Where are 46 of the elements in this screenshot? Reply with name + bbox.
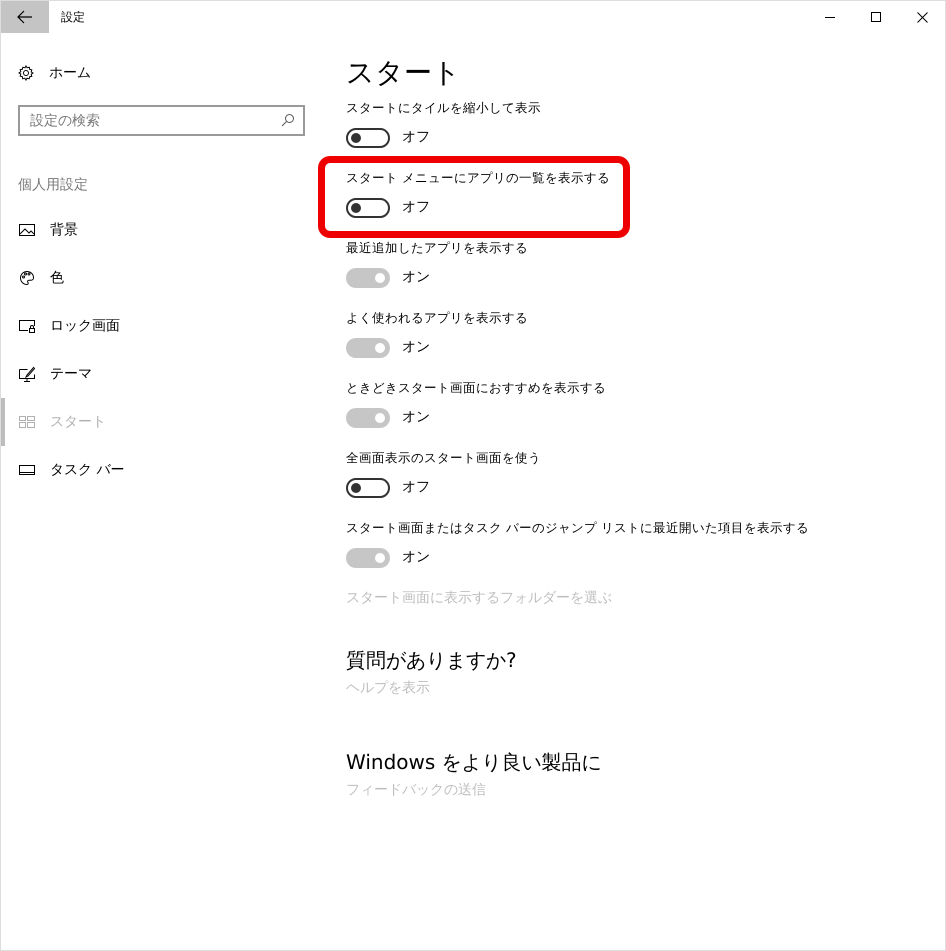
search-field[interactable]: 設定の検索 xyxy=(18,105,305,136)
toggle-switch[interactable] xyxy=(346,548,390,568)
toggle-switch[interactable] xyxy=(346,268,390,288)
theme-icon xyxy=(19,366,35,382)
start-icon xyxy=(19,414,35,430)
section-heading: Windows をより良い製品に xyxy=(346,749,603,776)
toggle-state: オン xyxy=(402,338,430,357)
toggle-switch[interactable] xyxy=(346,408,390,428)
back-arrow-icon xyxy=(17,10,33,24)
image-icon xyxy=(19,222,35,238)
taskbar-icon xyxy=(19,462,35,478)
page-title: スタート xyxy=(346,55,462,91)
nav-item[interactable]: 色 xyxy=(1,254,328,302)
toggle-state: オン xyxy=(402,268,430,287)
toggle-switch[interactable] xyxy=(346,198,390,218)
maximize-icon xyxy=(871,12,881,22)
lock-screen-icon xyxy=(19,318,35,334)
toggle-switch[interactable] xyxy=(346,338,390,358)
setting-label: 最近追加したアプリを表示する xyxy=(346,239,528,257)
toggle-switch[interactable] xyxy=(346,478,390,498)
toggle-state: オン xyxy=(402,408,430,427)
setting-label: スタートにタイルを縮小して表示 xyxy=(346,99,541,117)
nav-item[interactable]: タスク バー xyxy=(1,446,328,494)
nav-item[interactable]: ロック画面 xyxy=(1,302,328,350)
search-icon xyxy=(281,113,295,127)
setting-label: スタート画面またはタスク バーのジャンプ リストに最近開いた項目を表示する xyxy=(346,519,809,537)
setting-label: よく使われるアプリを表示する xyxy=(346,309,528,327)
palette-icon xyxy=(19,270,35,286)
toggle-state: オフ xyxy=(402,198,430,217)
back-button[interactable] xyxy=(1,1,49,33)
setting-label: スタート メニューにアプリの一覧を表示する xyxy=(346,169,610,187)
nav-item[interactable]: テーマ xyxy=(1,350,328,398)
setting-label: 全画面表示のスタート画面を使う xyxy=(346,449,541,467)
section-heading: 質問がありますか? xyxy=(346,647,518,674)
window-title: 設定 xyxy=(61,9,85,26)
toggle-state: オフ xyxy=(402,478,430,497)
setting-label: ときどきスタート画面におすすめを表示する xyxy=(346,379,606,397)
home-link[interactable]: ホーム xyxy=(49,62,91,84)
close-icon xyxy=(916,12,928,22)
toggle-state: オン xyxy=(402,548,430,567)
settings-icon xyxy=(18,65,34,81)
minimize-icon xyxy=(825,16,835,18)
toggle-state: オフ xyxy=(402,128,430,147)
section-label: 個人用設定 xyxy=(18,176,89,195)
nav-item[interactable]: 背景 xyxy=(1,206,328,254)
toggle-switch[interactable] xyxy=(346,128,390,148)
